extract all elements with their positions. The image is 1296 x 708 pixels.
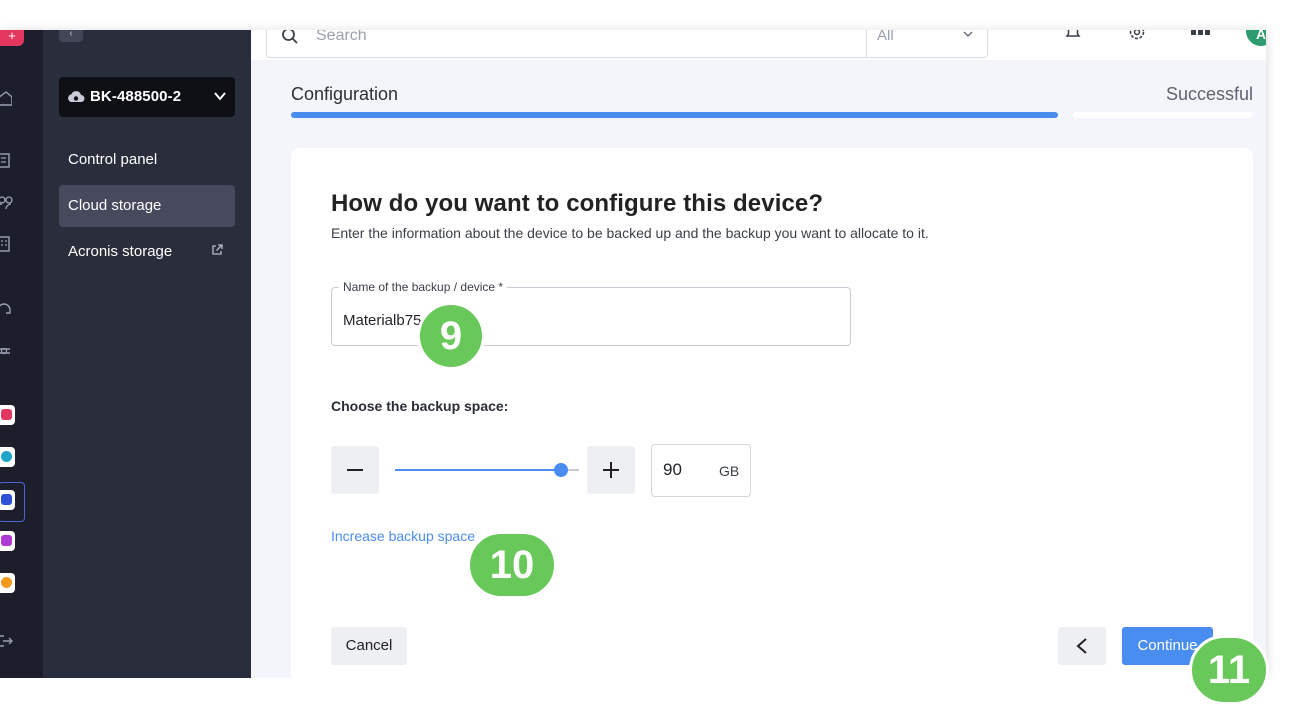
sidebar: ‹ BK-488500-2 Control panel Cloud storag… (43, 30, 251, 678)
search-bar[interactable]: Search All (266, 30, 988, 58)
device-name-label: Name of the backup / device * (339, 280, 508, 294)
top-bar: Search All A (251, 30, 1266, 60)
building-icon[interactable] (0, 152, 16, 168)
support-icon[interactable] (0, 301, 16, 317)
wizard-steps: Configuration Successful (291, 84, 1253, 120)
chevron-left-icon (1076, 638, 1087, 654)
app-tile-x[interactable] (0, 405, 15, 425)
chevron-down-icon (214, 92, 226, 101)
search-scope-select[interactable]: All (877, 30, 894, 44)
app-tile-drive[interactable] (0, 447, 15, 467)
backup-space-slider-track[interactable] (395, 469, 579, 471)
device-name-field[interactable]: Name of the backup / device * Materialb7… (331, 280, 851, 346)
chevron-down-icon (963, 31, 973, 38)
sidebar-item-control-panel[interactable]: Control panel (59, 139, 235, 181)
backup-space-label: Choose the backup space: (331, 398, 509, 414)
collapse-sidebar-button[interactable]: ‹ (59, 30, 83, 42)
step-configuration: Configuration (291, 84, 399, 104)
sidebar-item-label: Control panel (68, 151, 158, 168)
sidebar-item-cloud-storage[interactable]: Cloud storage (59, 185, 235, 227)
office-icon[interactable] (0, 236, 16, 252)
step-progress-pending (1073, 112, 1253, 118)
plus-icon (603, 462, 619, 478)
settings-gear-icon[interactable] (0, 343, 16, 359)
sidebar-item-acronis-storage[interactable]: Acronis storage (59, 231, 235, 273)
page-title: How do you want to configure this device… (331, 190, 824, 217)
app-tile-sync[interactable] (0, 573, 15, 593)
search-divider (866, 30, 867, 57)
users-icon[interactable] (0, 194, 16, 210)
backup-space-value[interactable]: 90 (663, 460, 682, 480)
step-badge-10: 10 (467, 531, 557, 599)
step-badge-9: 9 (417, 302, 485, 370)
minus-icon (347, 469, 363, 471)
step-badge-11: 11 (1189, 635, 1269, 705)
backup-space-input[interactable]: 90 GB (651, 444, 751, 497)
app-tile-backup[interactable] (0, 490, 15, 510)
home-icon[interactable] (0, 90, 16, 106)
cancel-button[interactable]: Cancel (331, 627, 407, 665)
device-selector[interactable]: BK-488500-2 (59, 77, 235, 117)
avatar[interactable]: A (1246, 30, 1266, 46)
sidebar-item-label: Cloud storage (68, 197, 162, 214)
step-progress-active (291, 112, 1058, 118)
step-successful: Successful (1165, 84, 1253, 104)
cloud-backup-icon (68, 91, 85, 102)
external-link-icon (212, 244, 223, 255)
bell-icon[interactable] (1063, 30, 1083, 42)
backup-space-unit: GB (719, 463, 740, 479)
back-button[interactable] (1058, 627, 1106, 665)
configuration-card: How do you want to configure this device… (291, 148, 1253, 708)
search-icon (282, 30, 298, 44)
apps-grid-icon[interactable] (1191, 30, 1211, 42)
search-input[interactable]: Search (316, 30, 367, 45)
page-subtitle: Enter the information about the device t… (331, 225, 929, 241)
page-background-strip (0, 678, 1296, 708)
gear-icon[interactable] (1127, 30, 1147, 42)
icon-rail: + (0, 30, 43, 678)
increase-space-button[interactable] (587, 446, 635, 494)
brand-logo[interactable]: + (0, 30, 24, 46)
decrease-space-button[interactable] (331, 446, 379, 494)
increase-backup-space-link[interactable]: Increase backup space (331, 528, 475, 544)
device-name-input[interactable]: Materialb75 (343, 312, 421, 329)
device-selector-label: BK-488500-2 (90, 88, 182, 105)
logout-icon[interactable] (0, 633, 16, 649)
sidebar-item-label: Acronis storage (68, 243, 173, 260)
app-tile-mail[interactable] (0, 531, 15, 551)
backup-space-slider-thumb[interactable] (554, 463, 568, 477)
